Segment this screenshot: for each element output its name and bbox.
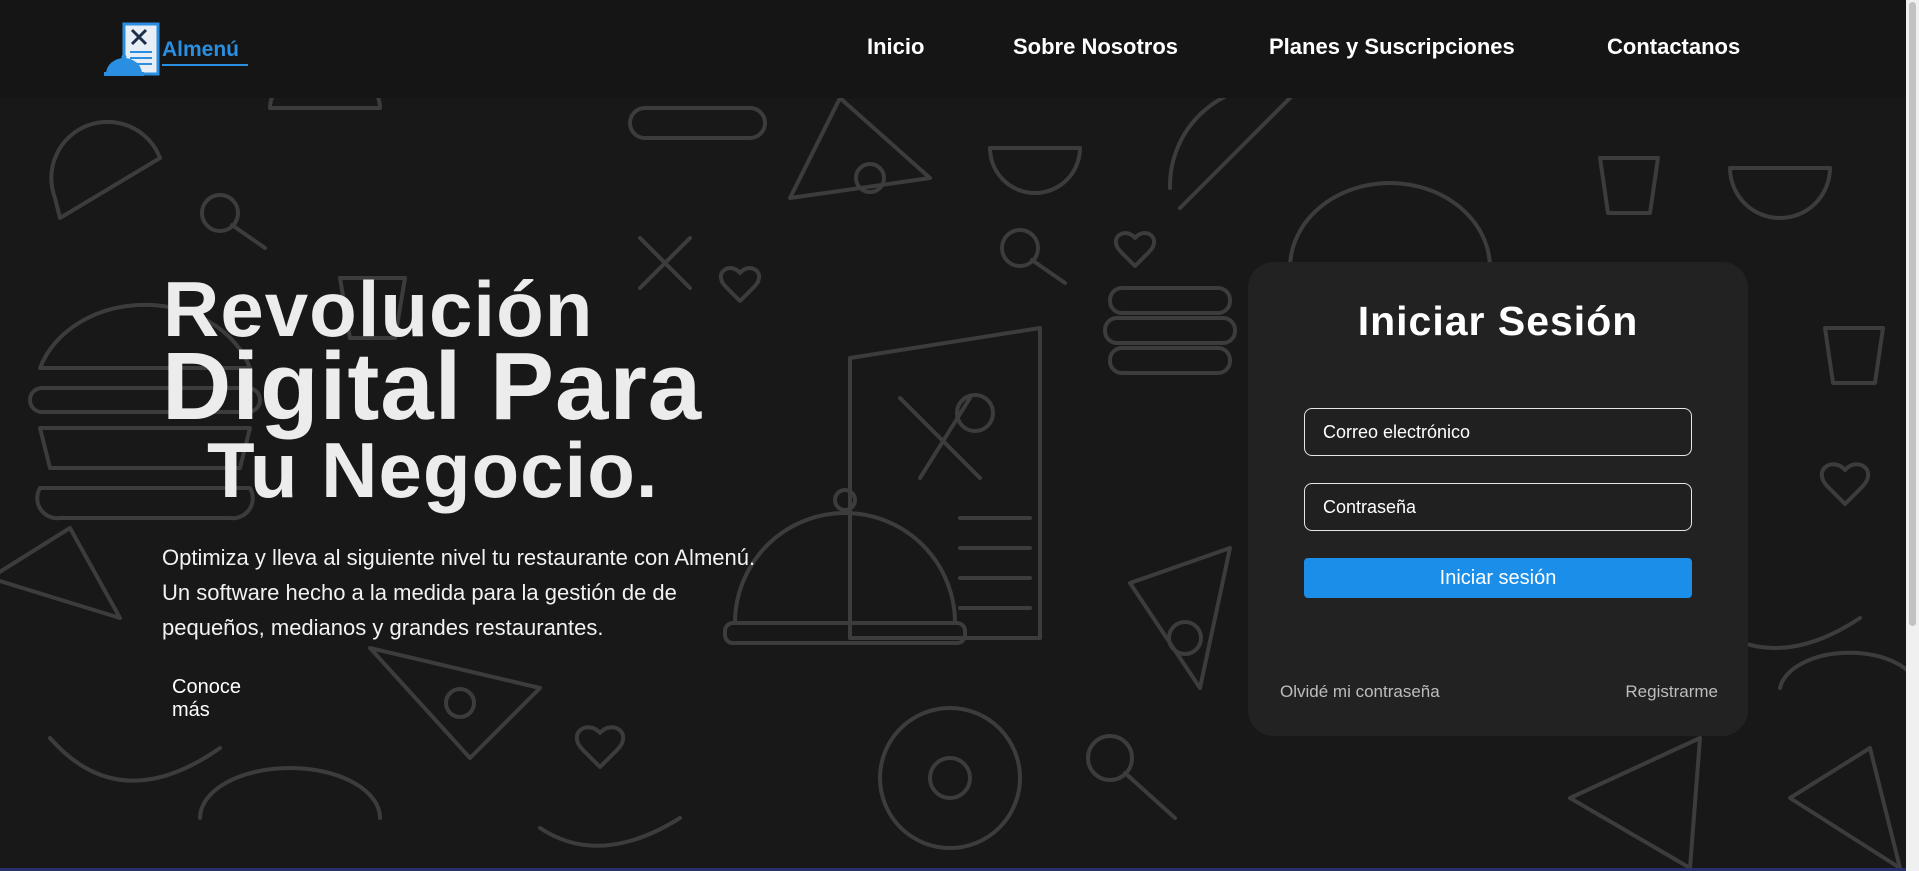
- nav-inicio[interactable]: Inicio: [867, 34, 924, 60]
- nav-sobre-nosotros[interactable]: Sobre Nosotros: [1013, 34, 1178, 60]
- email-field[interactable]: [1304, 408, 1692, 456]
- login-title: Iniciar Sesión: [1357, 298, 1639, 344]
- learn-more-link[interactable]: Conoce más: [172, 676, 241, 722]
- hero-description-line: pequeños, medianos y grandes restaurante…: [162, 615, 604, 640]
- hero-description-line: Un software hecho a la medida para la ge…: [162, 580, 677, 605]
- logo-icon: [104, 22, 160, 76]
- brand-name: Almenú: [162, 38, 240, 61]
- vertical-scrollbar[interactable]: [1906, 0, 1919, 871]
- login-card: Iniciar Sesión Iniciar sesión Olvidé mi …: [1248, 262, 1748, 736]
- forgot-password-link[interactable]: Olvidé mi contraseña: [1280, 682, 1440, 702]
- hero-description: Optimiza y lleva al siguiente nivel tu r…: [162, 540, 802, 645]
- register-link[interactable]: Registrarme: [1625, 682, 1718, 702]
- brand-underline: [162, 64, 248, 66]
- brand-logo[interactable]: Almenú: [102, 22, 252, 78]
- hero-title-line3: Tu Negocio.: [207, 426, 659, 514]
- login-button[interactable]: Iniciar sesión: [1304, 558, 1692, 598]
- scrollbar-thumb[interactable]: [1909, 2, 1916, 626]
- top-navbar: Almenú Inicio Sobre Nosotros Planes y Su…: [0, 0, 1919, 98]
- nav-planes-suscripciones[interactable]: Planes y Suscripciones: [1269, 34, 1515, 60]
- nav-contactanos[interactable]: Contactanos: [1607, 34, 1740, 60]
- password-field[interactable]: [1304, 483, 1692, 531]
- hero-description-line: Optimiza y lleva al siguiente nivel tu r…: [162, 545, 756, 570]
